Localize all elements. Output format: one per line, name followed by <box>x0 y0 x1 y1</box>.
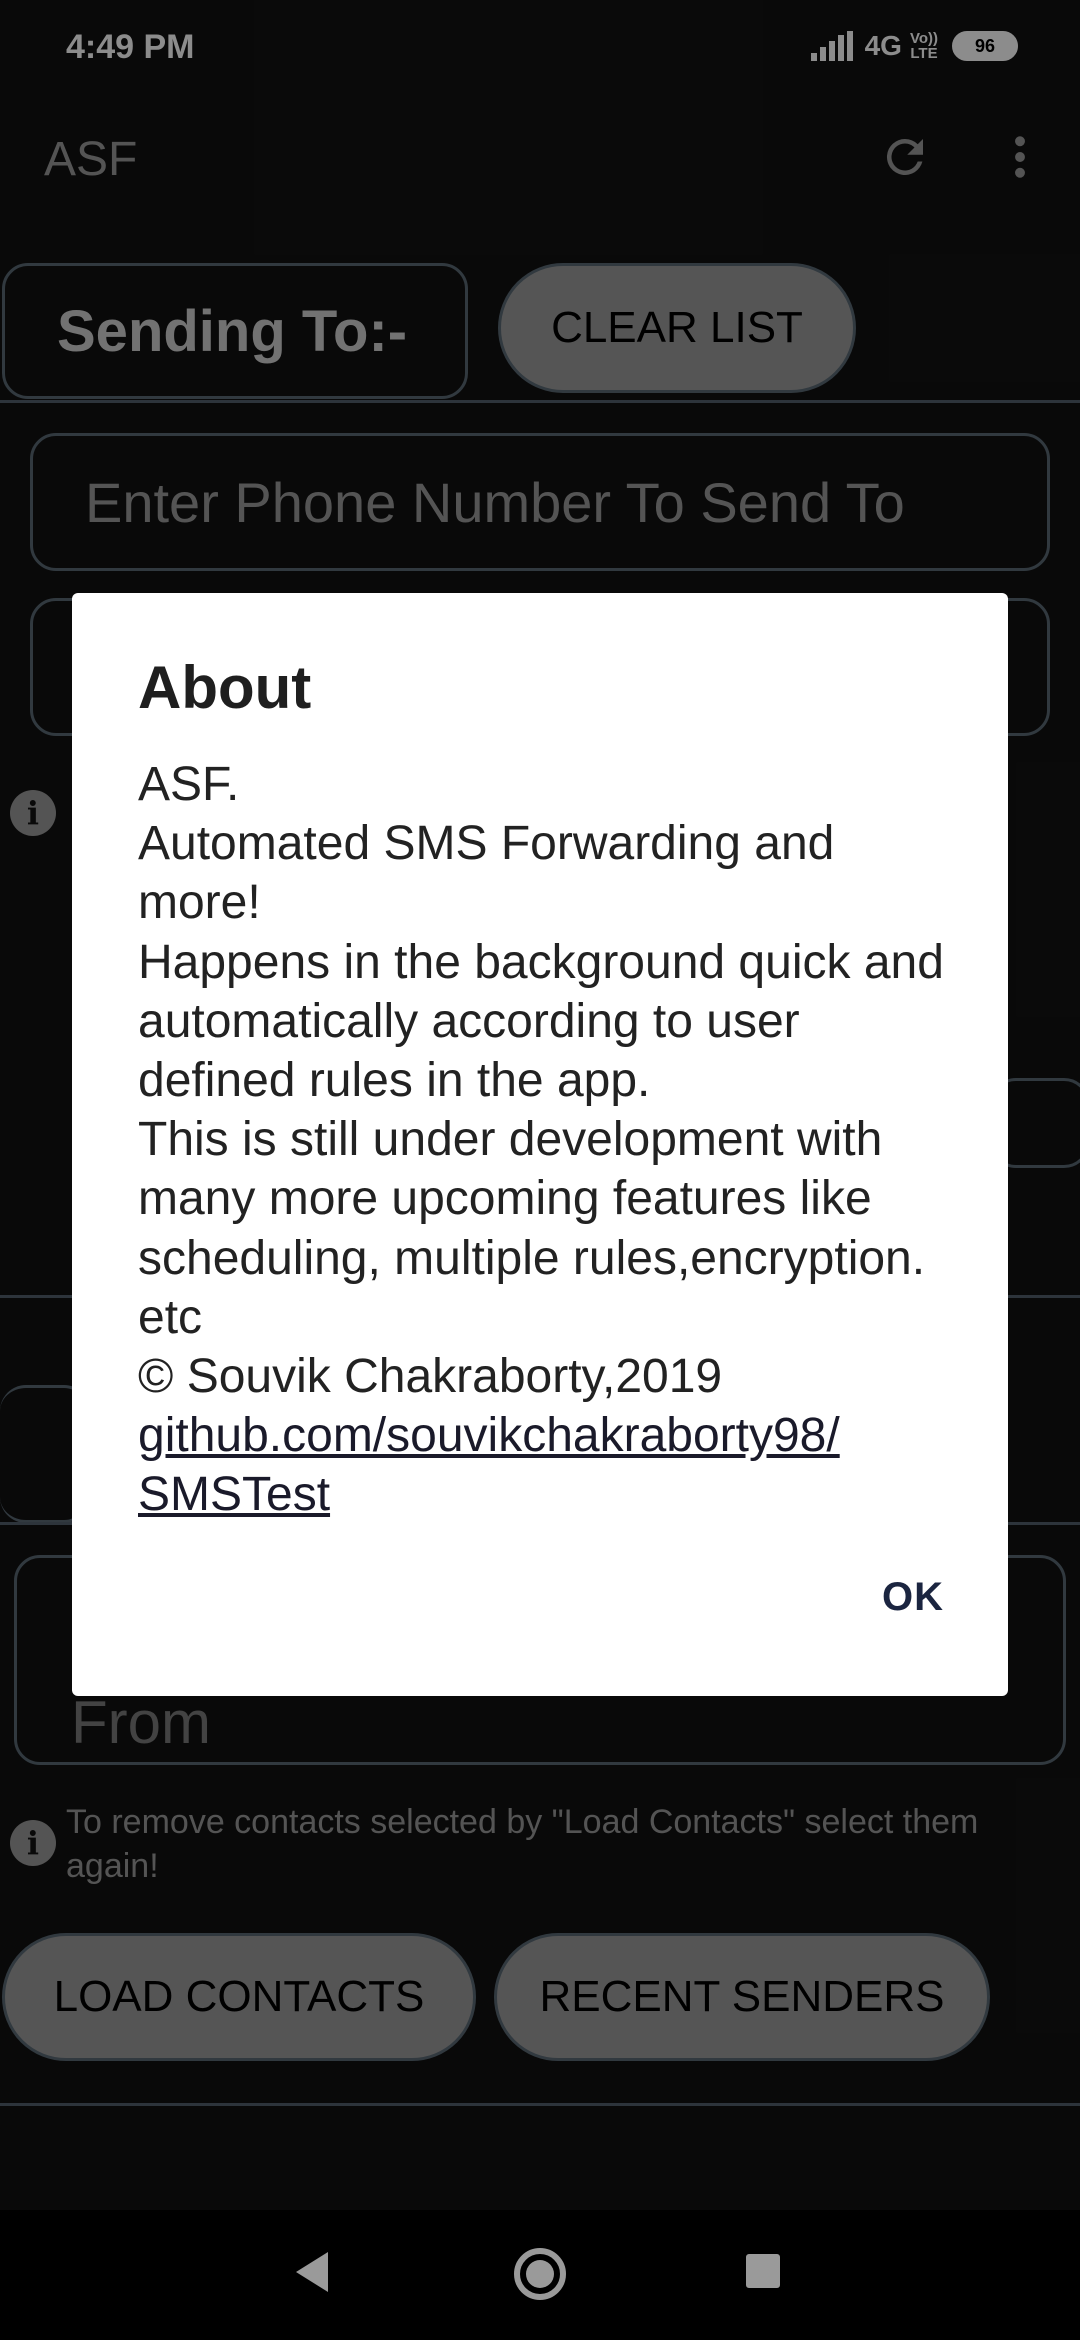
github-link-line2[interactable]: SMSTest <box>138 1468 330 1521</box>
dialog-line: ASF. <box>138 758 240 811</box>
back-icon[interactable] <box>296 2252 328 2292</box>
screen: 4:49 PM 4G Vo)) LTE 96 ASF Sending To:- … <box>0 0 1080 2340</box>
dialog-title: About <box>138 654 312 721</box>
dialog-line: © Souvik Chakraborty,2019 <box>138 1350 723 1404</box>
dialog-line: Happens in the background quick and auto… <box>138 935 944 1108</box>
dialog-line: Automated SMS Forwarding and more! <box>138 817 835 930</box>
github-link[interactable]: github.com/souvikchakraborty98/ SMSTest <box>138 1406 968 1524</box>
ok-button[interactable]: OK <box>882 1575 944 1620</box>
navigation-bar <box>0 2210 1080 2340</box>
github-link-line1[interactable]: github.com/souvikchakraborty98/ <box>138 1409 840 1462</box>
dialog-line: This is still under development with man… <box>138 1113 926 1344</box>
home-icon[interactable] <box>514 2248 566 2300</box>
recents-icon[interactable] <box>746 2254 780 2288</box>
about-dialog: About ASF. Automated SMS Forwarding and … <box>72 593 1008 1696</box>
dialog-body: ASF. Automated SMS Forwarding and more! … <box>138 755 968 1525</box>
